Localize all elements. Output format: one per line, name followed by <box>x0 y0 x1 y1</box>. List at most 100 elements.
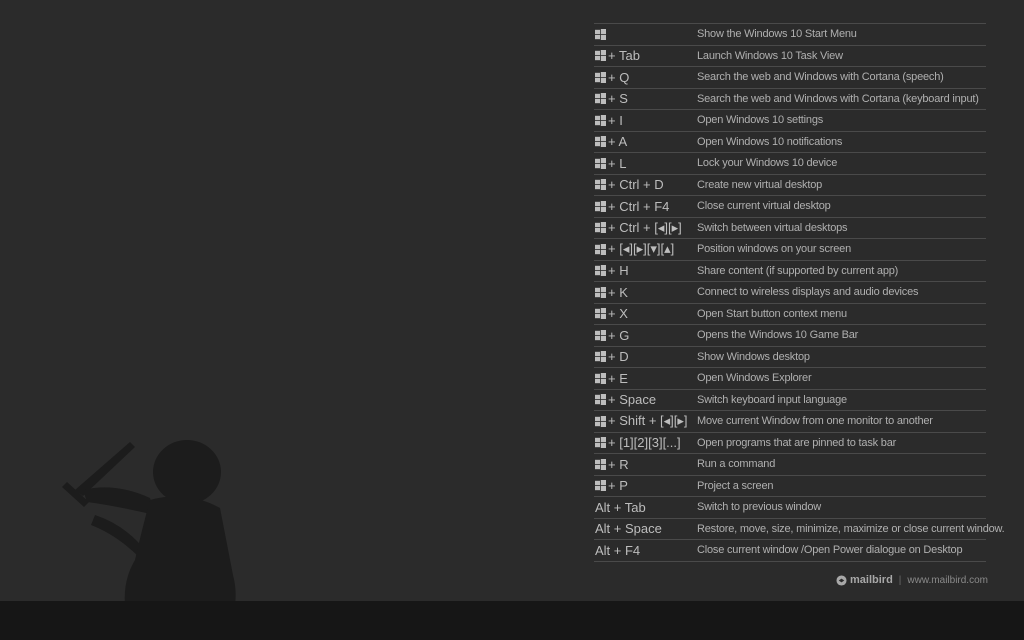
windows-logo-icon <box>595 179 606 191</box>
windows-logo-icon <box>595 458 606 470</box>
shortcut-keys: + Space <box>594 392 697 407</box>
shortcut-keys: + K <box>594 285 697 300</box>
shortcut-key-text: + Shift + [◂][▸] <box>608 413 688 429</box>
shortcut-keys: + R <box>594 457 697 472</box>
shortcut-row: Alt + F4 Close current window /Open Power… <box>594 540 986 562</box>
shortcut-description: Move current Window from one monitor to … <box>697 415 933 428</box>
shortcut-key-text: + I <box>608 112 623 128</box>
shortcut-keys <box>594 28 697 40</box>
shortcut-row: + H Share content (if supported by curren… <box>594 261 986 282</box>
shortcut-description: Connect to wireless displays and audio d… <box>697 286 919 299</box>
shortcut-row: + P Project a screen <box>594 476 986 497</box>
shortcut-key-text: + P <box>608 478 628 494</box>
shortcut-row: + Ctrl + D Create new virtual desktop <box>594 175 986 196</box>
brand-url: www.mailbird.com <box>907 574 988 586</box>
shortcut-row: + Shift + [◂][▸] Move current Window from… <box>594 411 986 433</box>
shortcut-row: + Ctrl + [◂][▸] Switch between virtual de… <box>594 218 986 239</box>
shortcut-keys: Alt + Tab <box>594 500 697 515</box>
shortcut-keys: + Ctrl + D <box>594 177 697 192</box>
shortcut-keys: + A <box>594 134 697 149</box>
shortcut-row: + Tab Launch Windows 10 Task View <box>594 46 986 67</box>
shortcut-description: Run a command <box>697 458 776 471</box>
shortcut-description: Search the web and Windows with Cortana … <box>697 92 979 105</box>
shortcut-keys: Alt + Space <box>594 521 697 536</box>
shortcut-row: + D Show Windows desktop <box>594 347 986 368</box>
shortcut-description: Opens the Windows 10 Game Bar <box>697 329 859 342</box>
windows-logo-icon <box>595 50 606 62</box>
shortcut-key-text: + Ctrl + D <box>608 177 664 193</box>
shortcut-row: + Q Search the web and Windows with Corta… <box>594 67 986 89</box>
shortcut-description: Restore, move, size, minimize, maximize … <box>697 522 1005 535</box>
shortcut-key-text: Alt + F4 <box>595 542 641 558</box>
shortcut-keys: + G <box>594 328 697 343</box>
windows-logo-icon <box>595 372 606 384</box>
shortcut-keys: + [1][2][3][...] <box>594 435 697 450</box>
windows-logo-icon <box>595 136 606 148</box>
shortcut-keys: + H <box>594 263 697 278</box>
shortcut-description: Project a screen <box>697 479 774 492</box>
shortcut-description: Create new virtual desktop <box>697 178 823 191</box>
shortcut-keys: + [◂][▸][▾][▴] <box>594 241 697 257</box>
shortcut-description: Switch between virtual desktops <box>697 221 848 234</box>
windows-logo-icon <box>595 200 606 212</box>
shortcut-key-text: + S <box>608 91 628 107</box>
shortcut-keys: Alt + F4 <box>594 543 697 558</box>
shortcut-key-text: + K <box>608 284 628 300</box>
shortcut-keys: + S <box>594 91 697 106</box>
shortcut-row: Show the Windows 10 Start Menu <box>594 24 986 46</box>
brand-footer: mailbird | www.mailbird.com <box>836 573 988 587</box>
shortcut-key-text: + [1][2][3][...] <box>608 435 681 451</box>
shortcut-key-text: + E <box>608 370 628 386</box>
shortcut-description: Close current virtual desktop <box>697 200 831 213</box>
shortcut-key-text: + Ctrl + [◂][▸] <box>608 219 682 235</box>
windows-logo-icon <box>595 222 606 234</box>
shortcut-row: + E Open Windows Explorer <box>594 368 986 390</box>
shortcut-description: Share content (if supported by current a… <box>697 264 899 277</box>
windows-logo-icon <box>595 286 606 298</box>
shortcut-key-text: + X <box>608 306 628 322</box>
shortcut-description: Switch keyboard input language <box>697 393 847 406</box>
shortcut-row: + S Search the web and Windows with Corta… <box>594 89 986 110</box>
shortcut-description: Switch to previous window <box>697 501 822 514</box>
shortcut-key-text: + A <box>608 134 628 150</box>
shortcut-key-text: + H <box>608 263 629 279</box>
shortcut-keys: + I <box>594 113 697 128</box>
shortcut-description: Open programs that are pinned to task ba… <box>697 436 897 449</box>
shortcut-key-text: + [◂][▸][▾][▴] <box>608 241 675 257</box>
shortcut-description: Lock your Windows 10 device <box>697 157 838 170</box>
shortcut-key-text: + R <box>608 456 629 472</box>
shortcut-keys: + E <box>594 371 697 386</box>
windows-logo-icon <box>595 93 606 105</box>
windows-logo-icon <box>595 28 606 40</box>
windows-logo-icon <box>595 351 606 363</box>
windows-logo-icon <box>595 308 606 320</box>
shortcut-row: Alt + Space Restore, move, size, minimize… <box>594 519 1005 540</box>
shortcut-description: Close current window /Open Power dialogu… <box>697 544 963 557</box>
brand-logo-text: mailbird <box>850 574 893 586</box>
taskbar <box>0 601 1024 640</box>
windows-logo-icon <box>595 394 606 406</box>
shortcut-description: Open Windows 10 settings <box>697 114 824 127</box>
shortcut-row: + K Connect to wireless displays and audi… <box>594 282 986 304</box>
mailbird-logo-icon <box>836 574 847 586</box>
shortcut-keys: + P <box>594 478 697 493</box>
shortcut-keys: + L <box>594 156 697 171</box>
windows-logo-icon <box>595 157 606 169</box>
shortcut-keys: + Q <box>594 70 697 85</box>
shortcut-keys: + Tab <box>594 48 697 63</box>
shortcut-row: Alt + Tab Switch to previous window <box>594 497 986 519</box>
windows-logo-icon <box>595 265 606 277</box>
shortcut-keys: + Ctrl + F4 <box>594 199 697 214</box>
windows-logo-icon <box>595 71 606 83</box>
shortcut-key-text: + L <box>608 155 627 171</box>
shortcut-description: Show the Windows 10 Start Menu <box>697 28 857 41</box>
shortcut-row: + [1][2][3][...] Open programs that are p… <box>594 433 986 454</box>
ninja-silhouette <box>62 440 236 605</box>
shortcut-keys: + Ctrl + [◂][▸] <box>594 220 697 236</box>
shortcut-key-text: + Tab <box>608 48 640 64</box>
shortcut-key-text: + Ctrl + F4 <box>608 198 670 214</box>
shortcut-description: Open Windows 10 notifications <box>697 135 843 148</box>
shortcut-table: Show the Windows 10 Start Menu + Tab Launc… <box>594 23 1005 562</box>
windows-logo-icon <box>595 243 606 255</box>
windows-logo-icon <box>595 114 606 126</box>
